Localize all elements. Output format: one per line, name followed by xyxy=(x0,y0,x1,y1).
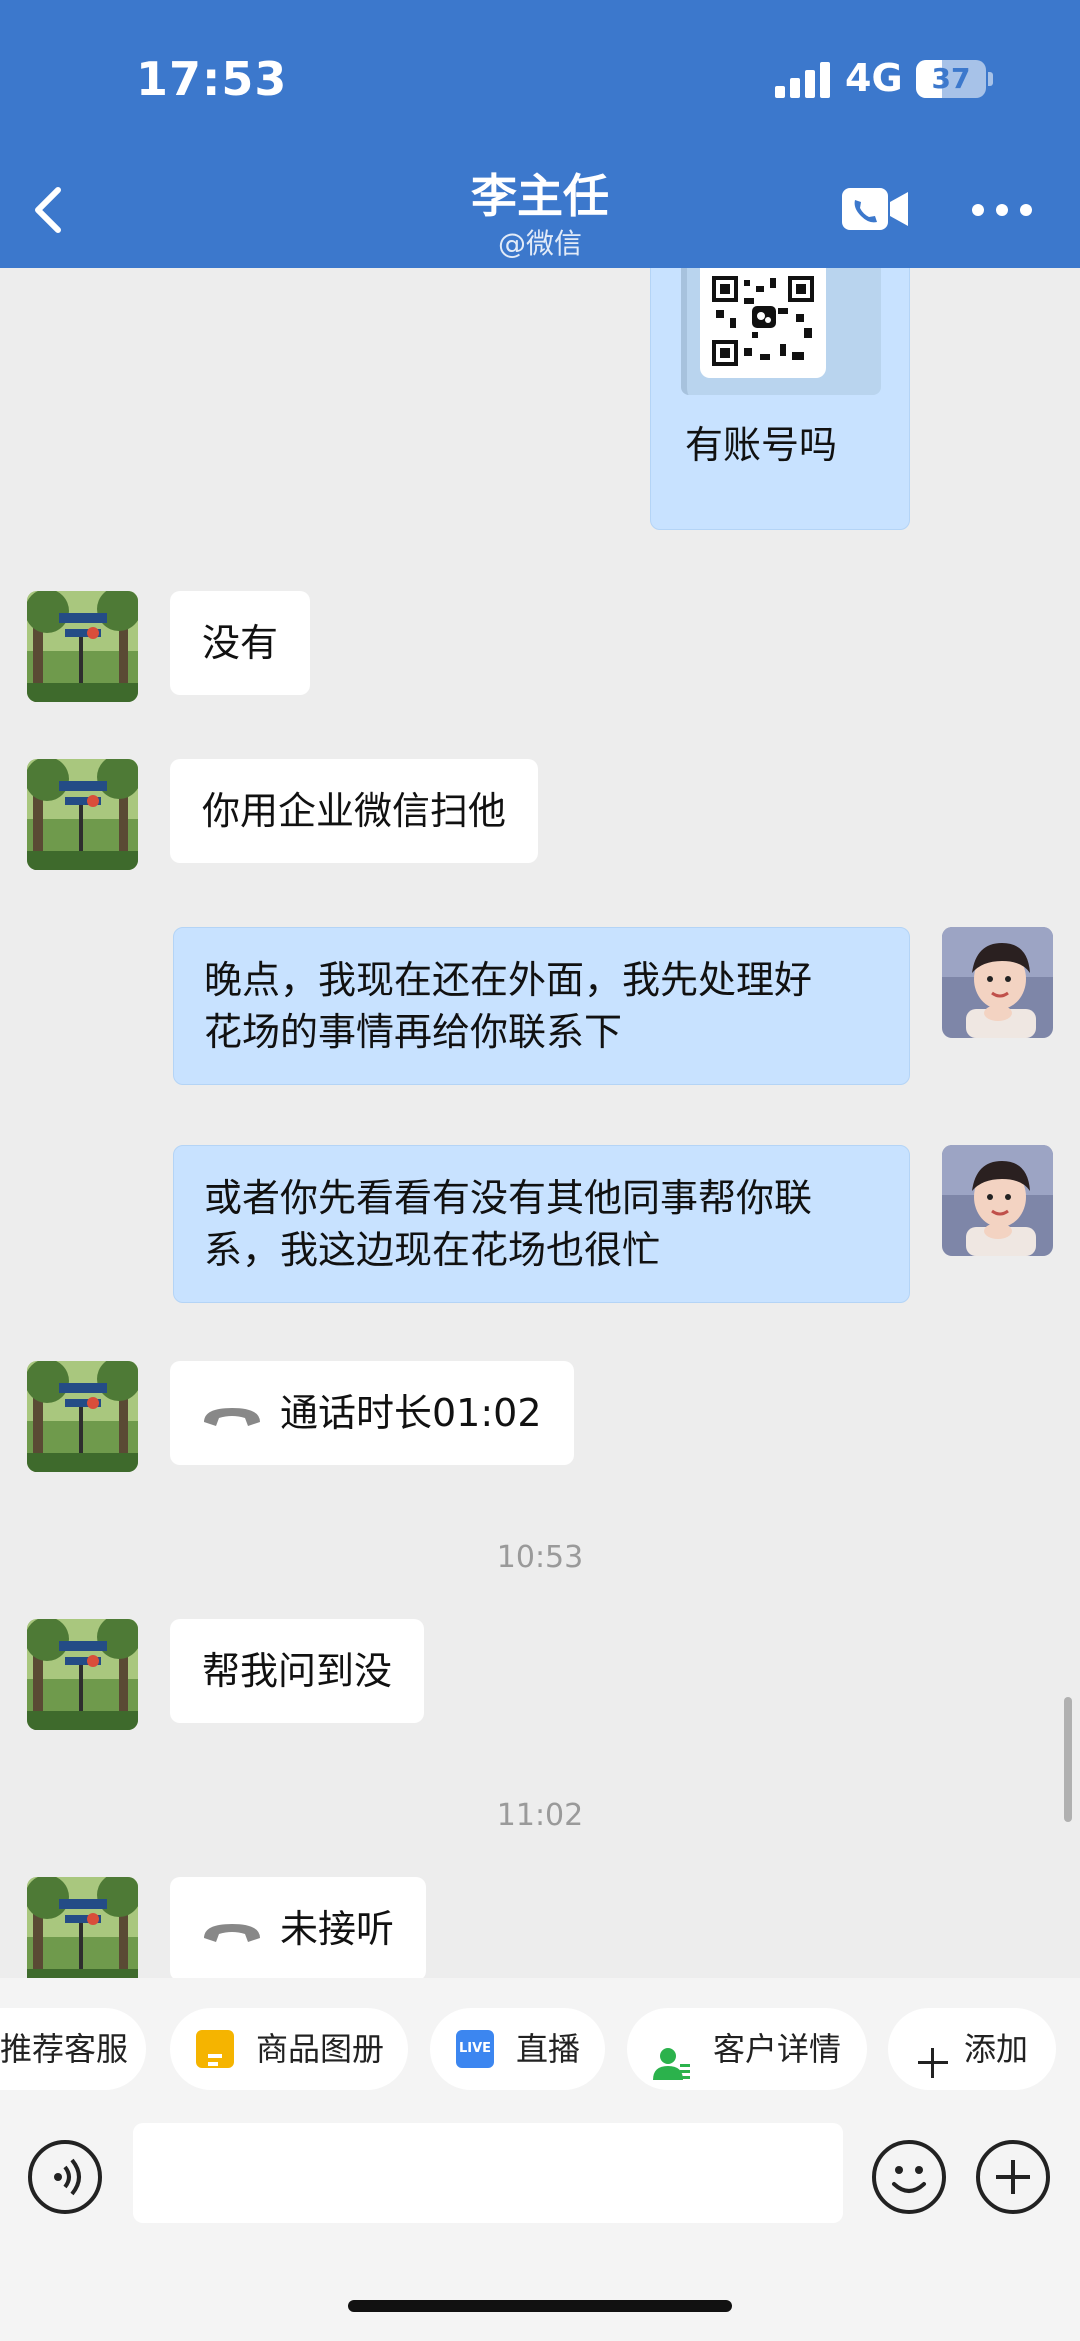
qr-code-image[interactable] xyxy=(700,268,826,378)
chip-add[interactable]: 添加 xyxy=(888,2008,1056,2090)
battery-cap xyxy=(988,72,993,86)
contact-avatar[interactable] xyxy=(27,1361,138,1472)
emoji-icon[interactable] xyxy=(872,2140,946,2214)
chip-label: 推荐客服 xyxy=(0,2030,129,2068)
header: 17:53 4G 37 李主任 @微信 xyxy=(0,0,1080,268)
chat-area[interactable]: 有账号吗 没有 你用企业微信扫他 晚点，我现在还在外面，我先处理好 花场的事情再… xyxy=(0,268,1080,1978)
chip-label: 商品图册 xyxy=(256,2030,385,2068)
message-bubble-incoming[interactable]: 你用企业微信扫他 xyxy=(170,759,539,863)
home-indicator[interactable] xyxy=(348,2300,732,2312)
plus-icon[interactable] xyxy=(976,2140,1050,2214)
contact-avatar[interactable] xyxy=(27,1619,138,1730)
call-duration-text: 通话时长01:02 xyxy=(280,1391,542,1435)
my-avatar[interactable] xyxy=(942,1145,1053,1256)
scrollbar[interactable] xyxy=(1064,1697,1072,1822)
message-bubble-outgoing[interactable]: 晚点，我现在还在外面，我先处理好 花场的事情再给你联系下 xyxy=(173,927,910,1085)
qr-caption: 有账号吗 xyxy=(685,423,838,467)
contact-avatar[interactable] xyxy=(27,759,138,870)
battery-level: 37 xyxy=(931,62,971,95)
quick-action-bar[interactable]: 推荐客服 商品图册 LIVE 直播 客户详情 添加 xyxy=(0,1978,1080,2118)
my-avatar[interactable] xyxy=(942,927,1053,1038)
contact-avatar[interactable] xyxy=(27,1877,138,1978)
chat-title: 李主任 xyxy=(471,169,609,223)
message-bubble-outgoing[interactable]: 或者你先看看有没有其他同事帮你联 系，我这边现在花场也很忙 xyxy=(173,1145,910,1303)
call-record-bubble[interactable]: 通话时长01:02 xyxy=(170,1361,574,1465)
chip-customer-details[interactable]: 客户详情 xyxy=(627,2008,867,2090)
timestamp: 10:53 xyxy=(496,1540,584,1575)
video-call-icon[interactable] xyxy=(842,186,908,232)
message-line: 系，我这边现在花场也很忙 xyxy=(204,1228,661,1272)
message-input[interactable] xyxy=(133,2123,843,2223)
chip-recommend-service[interactable]: 推荐客服 xyxy=(0,2008,146,2090)
phone-handset-icon xyxy=(204,1407,260,1426)
chip-product-catalog[interactable]: 商品图册 xyxy=(170,2008,408,2090)
customer-icon xyxy=(653,2030,691,2080)
battery-icon: 37 xyxy=(916,60,986,98)
live-icon: LIVE xyxy=(456,2030,494,2068)
message-bubble-incoming[interactable]: 没有 xyxy=(170,591,311,695)
chat-subtitle: @微信 xyxy=(497,227,582,260)
voice-icon[interactable] xyxy=(28,2140,102,2214)
chip-label: 直播 xyxy=(516,2030,581,2068)
signal-icon xyxy=(775,62,831,98)
chip-label: 添加 xyxy=(964,2030,1029,2068)
message-line: 花场的事情再给你联系下 xyxy=(204,1010,623,1054)
more-dots-icon[interactable] xyxy=(970,198,1034,222)
message-bubble-incoming[interactable]: 帮我问到没 xyxy=(170,1619,425,1723)
call-record-bubble[interactable]: 未接听 xyxy=(170,1877,427,1978)
network-type: 4G xyxy=(845,56,903,100)
missed-call-text: 未接听 xyxy=(280,1907,395,1951)
message-line: 或者你先看看有没有其他同事帮你联 xyxy=(204,1176,813,1220)
contact-avatar[interactable] xyxy=(27,591,138,702)
chip-live[interactable]: LIVE 直播 xyxy=(430,2008,605,2090)
plus-icon xyxy=(914,2030,952,2078)
status-time: 17:53 xyxy=(136,52,288,106)
timestamp: 11:02 xyxy=(496,1798,584,1833)
chip-label: 客户详情 xyxy=(713,2030,842,2068)
phone-handset-icon xyxy=(204,1923,260,1942)
catalog-icon xyxy=(196,2030,234,2073)
message-line: 晚点，我现在还在外面，我先处理好 xyxy=(204,958,813,1002)
